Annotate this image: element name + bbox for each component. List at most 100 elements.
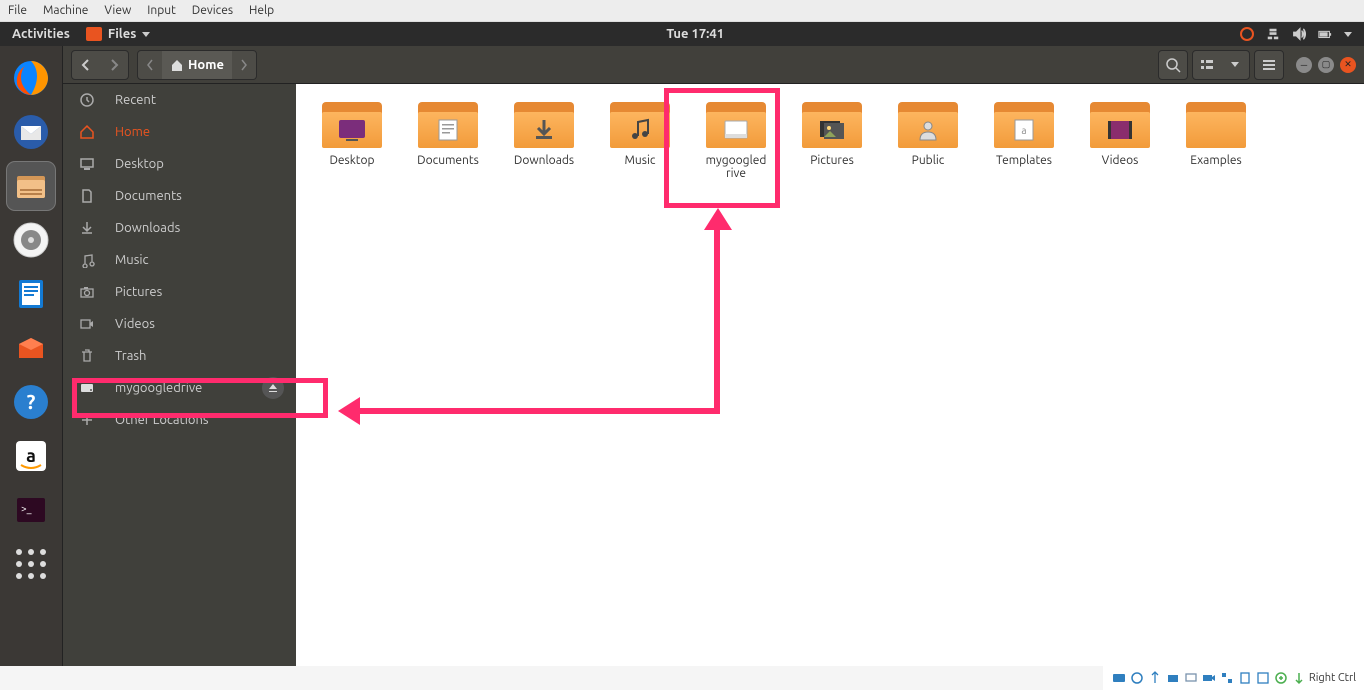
dock-rhythmbox[interactable] bbox=[7, 216, 55, 264]
sidebar-music[interactable]: Music bbox=[63, 244, 296, 276]
video-icon bbox=[79, 316, 95, 332]
hamburger-menu-button[interactable] bbox=[1255, 51, 1283, 79]
sidebar-home[interactable]: Home bbox=[63, 116, 296, 148]
sidebar-videos[interactable]: Videos bbox=[63, 308, 296, 340]
folder-templates-label: Templates bbox=[996, 154, 1052, 167]
folder-music[interactable]: Music bbox=[596, 96, 684, 186]
folder-downloads-icon bbox=[514, 102, 574, 150]
folder-mygoogledrive-label-1: mygoogled bbox=[706, 154, 767, 167]
home-icon bbox=[79, 124, 95, 140]
folder-templates-icon: a bbox=[994, 102, 1054, 150]
vm-menu-machine[interactable]: Machine bbox=[43, 4, 88, 17]
vm-menu-view[interactable]: View bbox=[104, 4, 131, 17]
plus-icon bbox=[79, 412, 95, 428]
battery-icon[interactable] bbox=[1318, 27, 1332, 41]
path-prev-button[interactable] bbox=[138, 51, 162, 79]
folder-desktop-icon bbox=[322, 102, 382, 150]
sidebar-recent[interactable]: Recent bbox=[63, 84, 296, 116]
folder-public-label: Public bbox=[912, 154, 945, 167]
folder-desktop[interactable]: Desktop bbox=[308, 96, 396, 186]
sidebar-pictures[interactable]: Pictures bbox=[63, 276, 296, 308]
vm-dnd-icon[interactable] bbox=[1255, 670, 1271, 686]
folder-templates[interactable]: a Templates bbox=[980, 96, 1068, 186]
forward-button[interactable] bbox=[100, 51, 128, 79]
vm-menu-help[interactable]: Help bbox=[249, 4, 274, 17]
files-app-menu[interactable]: Files bbox=[86, 27, 150, 41]
vm-shared-folder-icon[interactable] bbox=[1165, 670, 1181, 686]
vm-display-icon[interactable] bbox=[1183, 670, 1199, 686]
search-button[interactable] bbox=[1159, 51, 1187, 79]
vm-recording-icon[interactable] bbox=[1201, 670, 1217, 686]
dock-writer[interactable] bbox=[7, 270, 55, 318]
back-button[interactable] bbox=[72, 51, 100, 79]
clock-icon bbox=[79, 92, 95, 108]
system-menu-caret-icon[interactable] bbox=[1344, 32, 1352, 37]
folder-examples[interactable]: Examples bbox=[1172, 96, 1260, 186]
sidebar-downloads[interactable]: Downloads bbox=[63, 212, 296, 244]
nav-group bbox=[71, 50, 129, 80]
folder-pictures-label: Pictures bbox=[810, 154, 854, 167]
clock[interactable]: Tue 17:41 bbox=[150, 27, 1240, 41]
window-maximize-button[interactable]: ▢ bbox=[1318, 57, 1334, 73]
vm-menu-file[interactable]: File bbox=[8, 4, 27, 17]
document-icon bbox=[79, 188, 95, 204]
vm-clipboard-icon[interactable] bbox=[1237, 670, 1253, 686]
vm-hostkey-icon[interactable] bbox=[1291, 670, 1307, 686]
path-next-button[interactable] bbox=[232, 51, 256, 79]
home-icon bbox=[170, 58, 184, 72]
eject-button[interactable] bbox=[262, 377, 284, 399]
folder-desktop-label: Desktop bbox=[329, 154, 374, 167]
view-dropdown-button[interactable] bbox=[1221, 51, 1249, 79]
svg-text:a: a bbox=[26, 446, 36, 466]
dock-terminal[interactable]: >_ bbox=[7, 486, 55, 534]
folder-pictures[interactable]: Pictures bbox=[788, 96, 876, 186]
folder-documents[interactable]: Documents bbox=[404, 96, 492, 186]
sidebar-recent-label: Recent bbox=[115, 93, 156, 107]
gnome-topbar: Activities Files Tue 17:41 bbox=[0, 22, 1364, 46]
vm-menu-devices[interactable]: Devices bbox=[192, 4, 233, 17]
sidebar-mygoogledrive[interactable]: mygoogledrive bbox=[63, 372, 296, 404]
sidebar-documents[interactable]: Documents bbox=[63, 180, 296, 212]
network-icon[interactable] bbox=[1266, 27, 1280, 41]
folder-public-icon bbox=[898, 102, 958, 150]
dock-help[interactable]: ? bbox=[7, 378, 55, 426]
sidebar-other-locations[interactable]: Other Locations bbox=[63, 404, 296, 436]
vm-menu-input[interactable]: Input bbox=[147, 4, 176, 17]
sidebar-home-label: Home bbox=[115, 125, 150, 139]
window-close-button[interactable]: ✕ bbox=[1340, 57, 1356, 73]
vm-harddisk-icon[interactable] bbox=[1111, 670, 1127, 686]
folder-videos[interactable]: Videos bbox=[1076, 96, 1164, 186]
dock-thunderbird[interactable] bbox=[7, 108, 55, 156]
sidebar-trash[interactable]: Trash bbox=[63, 340, 296, 372]
vm-usb-icon[interactable] bbox=[1147, 670, 1163, 686]
nautilus-toolbar: Home ─ ▢ ✕ bbox=[63, 46, 1364, 84]
folder-view[interactable]: Desktop Documents Downloads Music mygoog… bbox=[296, 84, 1364, 666]
folder-documents-label: Documents bbox=[417, 154, 479, 167]
vm-optical-icon[interactable] bbox=[1129, 670, 1145, 686]
sidebar-desktop[interactable]: Desktop bbox=[63, 148, 296, 180]
folder-mygoogledrive[interactable]: mygoogled rive bbox=[692, 96, 780, 186]
recording-icon[interactable] bbox=[1240, 27, 1254, 41]
folder-downloads[interactable]: Downloads bbox=[500, 96, 588, 186]
vm-network-icon[interactable] bbox=[1219, 670, 1235, 686]
svg-text:?: ? bbox=[27, 390, 36, 413]
sidebar-trash-label: Trash bbox=[115, 349, 146, 363]
desktop-icon bbox=[79, 156, 95, 172]
vm-guest-additions-icon[interactable] bbox=[1273, 670, 1289, 686]
folder-public[interactable]: Public bbox=[884, 96, 972, 186]
path-home-button[interactable]: Home bbox=[162, 51, 232, 79]
activities-button[interactable]: Activities bbox=[12, 27, 70, 41]
volume-icon[interactable] bbox=[1292, 27, 1306, 41]
dock-files[interactable] bbox=[7, 162, 55, 210]
chevron-down-icon bbox=[142, 32, 150, 37]
dock-firefox[interactable] bbox=[7, 54, 55, 102]
dock-amazon[interactable]: a bbox=[7, 432, 55, 480]
folder-pictures-icon bbox=[802, 102, 862, 150]
sidebar-desktop-label: Desktop bbox=[115, 157, 164, 171]
dock-show-applications[interactable] bbox=[7, 540, 55, 588]
view-list-button[interactable] bbox=[1193, 51, 1221, 79]
dock-software[interactable] bbox=[7, 324, 55, 372]
dock: ? a >_ bbox=[0, 46, 63, 666]
window-minimize-button[interactable]: ─ bbox=[1296, 57, 1312, 73]
svg-text:>_: >_ bbox=[21, 503, 32, 514]
